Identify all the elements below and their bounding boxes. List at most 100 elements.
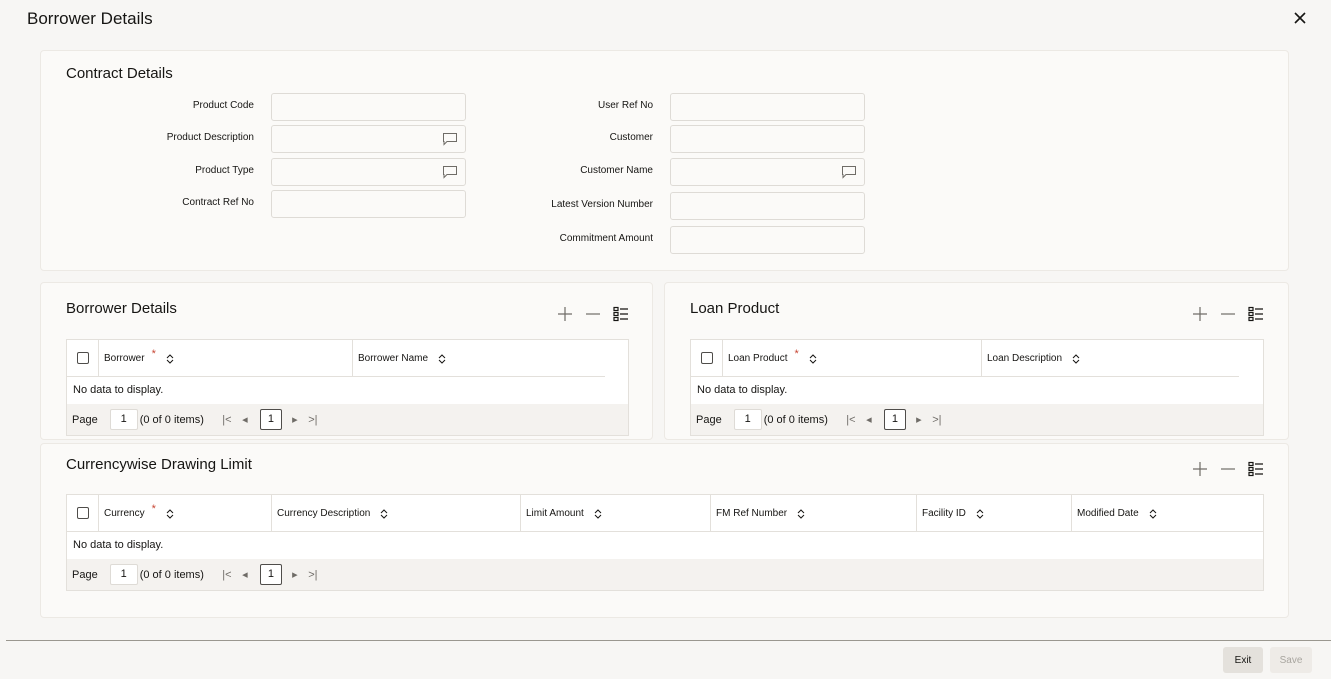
sort-icon[interactable] xyxy=(809,353,817,364)
delete-row-icon[interactable] xyxy=(1220,306,1236,322)
next-page-icon[interactable]: ▸ xyxy=(288,568,302,581)
commitment-amount-input[interactable] xyxy=(671,227,864,253)
item-count: (0 of 0 items) xyxy=(139,568,204,581)
column-header-currency[interactable]: Currency * xyxy=(98,495,271,532)
user-ref-no-field[interactable] xyxy=(670,93,865,121)
contract-details-title: Contract Details xyxy=(66,65,173,82)
delete-row-icon[interactable] xyxy=(585,306,601,322)
column-header-facility-id[interactable]: Facility ID xyxy=(916,495,1071,532)
product-description-input[interactable] xyxy=(272,126,465,152)
column-header-loan-product[interactable]: Loan Product * xyxy=(722,340,981,377)
user-ref-no-input[interactable] xyxy=(671,94,864,120)
previous-page-icon[interactable]: ◂ xyxy=(860,413,878,426)
contract-ref-no-label: Contract Ref No xyxy=(182,197,254,208)
current-page-button[interactable]: 1 xyxy=(883,409,906,430)
first-page-icon[interactable]: |< xyxy=(218,414,236,426)
add-row-icon[interactable] xyxy=(1192,306,1208,322)
customer-input[interactable] xyxy=(671,126,864,152)
sort-icon[interactable] xyxy=(1072,353,1080,364)
currency-toolbar xyxy=(1192,460,1264,478)
first-page-icon[interactable]: |< xyxy=(218,569,236,581)
pagination-bar: Page 1 (0 of 0 items) |< ◂ 1 ▸ >| xyxy=(67,404,628,435)
empty-table-message: No data to display. xyxy=(73,384,164,396)
select-all-checkbox[interactable] xyxy=(77,507,89,519)
borrower-toolbar xyxy=(557,305,629,323)
current-page-button[interactable]: 1 xyxy=(259,564,282,585)
next-page-icon[interactable]: ▸ xyxy=(288,413,302,426)
add-row-icon[interactable] xyxy=(557,306,573,322)
last-page-icon[interactable]: >| xyxy=(302,414,324,426)
empty-table-message: No data to display. xyxy=(73,539,164,551)
table-header: Currency * Currency Description Limit Am… xyxy=(67,495,1263,532)
select-all-checkbox[interactable] xyxy=(77,352,89,364)
product-type-label: Product Type xyxy=(195,165,254,176)
latest-version-number-input[interactable] xyxy=(671,193,864,219)
delete-row-icon[interactable] xyxy=(1220,461,1236,477)
product-code-input[interactable] xyxy=(272,94,465,120)
sort-icon[interactable] xyxy=(166,353,174,364)
latest-version-number-field[interactable] xyxy=(670,192,865,220)
contract-ref-no-input[interactable] xyxy=(272,191,465,217)
customer-name-field[interactable] xyxy=(670,158,865,186)
product-type-input[interactable] xyxy=(272,159,465,185)
product-description-label: Product Description xyxy=(166,132,254,143)
current-page-button[interactable]: 1 xyxy=(259,409,282,430)
empty-table-message: No data to display. xyxy=(697,384,788,396)
latest-version-number-label: Latest Version Number xyxy=(551,199,653,210)
commitment-amount-field[interactable] xyxy=(670,226,865,254)
column-label: Modified Date xyxy=(1077,508,1139,519)
customer-field[interactable] xyxy=(670,125,865,153)
column-header-fm-ref-number[interactable]: FM Ref Number xyxy=(710,495,916,532)
page-number-input[interactable]: 1 xyxy=(109,409,138,430)
select-all-checkbox[interactable] xyxy=(701,352,713,364)
close-icon[interactable] xyxy=(1291,9,1309,27)
save-button[interactable]: Save xyxy=(1270,647,1312,673)
column-header-modified-date[interactable]: Modified Date xyxy=(1071,495,1263,532)
next-page-icon[interactable]: ▸ xyxy=(912,413,926,426)
sort-icon[interactable] xyxy=(594,508,602,519)
footer-divider xyxy=(6,640,1331,641)
page-number-input[interactable]: 1 xyxy=(109,564,138,585)
page-number-input[interactable]: 1 xyxy=(733,409,762,430)
single-record-view-icon[interactable] xyxy=(1248,461,1264,477)
product-code-field[interactable] xyxy=(271,93,466,121)
column-label: Currency Description xyxy=(277,508,371,519)
last-page-icon[interactable]: >| xyxy=(302,569,324,581)
previous-page-icon[interactable]: ◂ xyxy=(236,568,254,581)
add-row-icon[interactable] xyxy=(1192,461,1208,477)
column-header-borrower-name[interactable]: Borrower Name xyxy=(352,340,605,377)
sort-icon[interactable] xyxy=(797,508,805,519)
page-label: Page xyxy=(72,413,98,426)
contract-ref-no-field[interactable] xyxy=(271,190,466,218)
column-header-currency-description[interactable]: Currency Description xyxy=(271,495,520,532)
page-label: Page xyxy=(696,413,722,426)
previous-page-icon[interactable]: ◂ xyxy=(236,413,254,426)
sort-icon[interactable] xyxy=(1149,508,1157,519)
single-record-view-icon[interactable] xyxy=(613,306,629,322)
sort-icon[interactable] xyxy=(166,508,174,519)
page-title: Borrower Details xyxy=(27,9,153,28)
column-header-loan-description[interactable]: Loan Description xyxy=(981,340,1239,377)
loan-product-panel: Loan Product Loan Product * Loan Descrip… xyxy=(664,282,1289,440)
sort-icon[interactable] xyxy=(976,508,984,519)
sort-icon[interactable] xyxy=(380,508,388,519)
currencywise-drawing-limit-panel: Currencywise Drawing Limit Currency * Cu… xyxy=(40,443,1289,618)
customer-name-input[interactable] xyxy=(671,159,864,185)
column-label: FM Ref Number xyxy=(716,508,788,519)
first-page-icon[interactable]: |< xyxy=(842,414,860,426)
last-page-icon[interactable]: >| xyxy=(926,414,948,426)
loan-toolbar xyxy=(1192,305,1264,323)
table-header: Borrower * Borrower Name xyxy=(67,340,605,377)
product-type-field[interactable] xyxy=(271,158,466,186)
column-header-borrower[interactable]: Borrower * xyxy=(98,340,352,377)
page-navigation: |< ◂ 1 ▸ >| xyxy=(218,409,324,430)
column-label: Loan Product xyxy=(728,353,788,364)
column-label: Borrower xyxy=(104,353,145,364)
exit-button[interactable]: Exit xyxy=(1223,647,1263,673)
product-description-field[interactable] xyxy=(271,125,466,153)
sort-icon[interactable] xyxy=(438,353,446,364)
column-label: Loan Description xyxy=(987,353,1063,364)
column-header-limit-amount[interactable]: Limit Amount xyxy=(520,495,710,532)
single-record-view-icon[interactable] xyxy=(1248,306,1264,322)
comment-icon[interactable] xyxy=(841,165,857,179)
